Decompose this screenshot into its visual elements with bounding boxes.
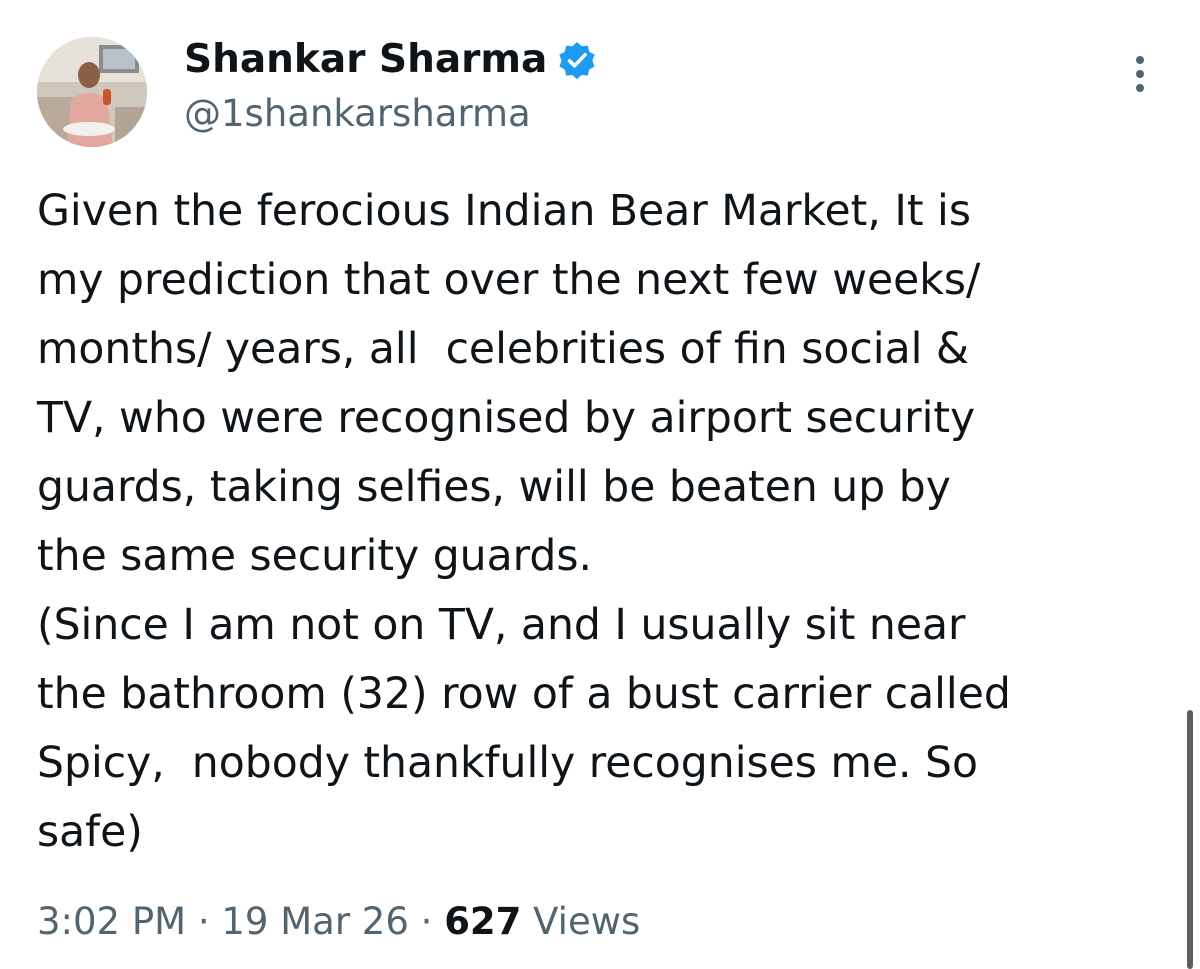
- scrollbar[interactable]: [1187, 710, 1193, 969]
- tweet-meta: 3:02 PM · 19 Mar 26 · 627 Views: [37, 896, 640, 948]
- tweet-text-line: guards, taking selfies, will be beaten u…: [37, 463, 951, 512]
- tweet-text-line: the bathroom (32) row of a bust carrier …: [37, 670, 1011, 719]
- tweet-time[interactable]: 3:02 PM: [37, 900, 186, 943]
- meta-separator: ·: [186, 900, 222, 943]
- avatar[interactable]: [37, 37, 147, 147]
- tweet-text-line: TV, who were recognised by airport secur…: [37, 394, 976, 443]
- tweet: Shankar Sharma @1shankarsharma Given the…: [0, 0, 1200, 969]
- avatar-image: [37, 37, 147, 147]
- verified-badge-icon: [559, 42, 595, 80]
- author-handle[interactable]: @1shankarsharma: [184, 90, 531, 138]
- author-name-row: Shankar Sharma: [184, 34, 597, 86]
- author-name[interactable]: Shankar Sharma: [184, 34, 547, 86]
- tweet-text-line: Given the ferocious Indian Bear Market, …: [37, 187, 972, 236]
- views-label: Views: [521, 900, 641, 943]
- tweet-text-line: months/ years, all celebrities of fin so…: [37, 325, 970, 374]
- more-options-icon[interactable]: [1128, 56, 1152, 100]
- tweet-text-line: my prediction that over the next few wee…: [37, 256, 981, 305]
- views-count: 627: [444, 900, 522, 943]
- meta-separator: ·: [408, 900, 445, 943]
- tweet-text-line: (Since I am not on TV, and I usually sit…: [37, 601, 966, 650]
- tweet-text-line: safe): [37, 808, 143, 857]
- tweet-date[interactable]: 19 Mar 26: [221, 900, 409, 943]
- tweet-text-line: the same security guards.: [37, 532, 593, 581]
- tweet-text: Given the ferocious Indian Bear Market, …: [37, 177, 1177, 867]
- tweet-text-line: Spicy, nobody thankfully recognises me. …: [37, 739, 978, 788]
